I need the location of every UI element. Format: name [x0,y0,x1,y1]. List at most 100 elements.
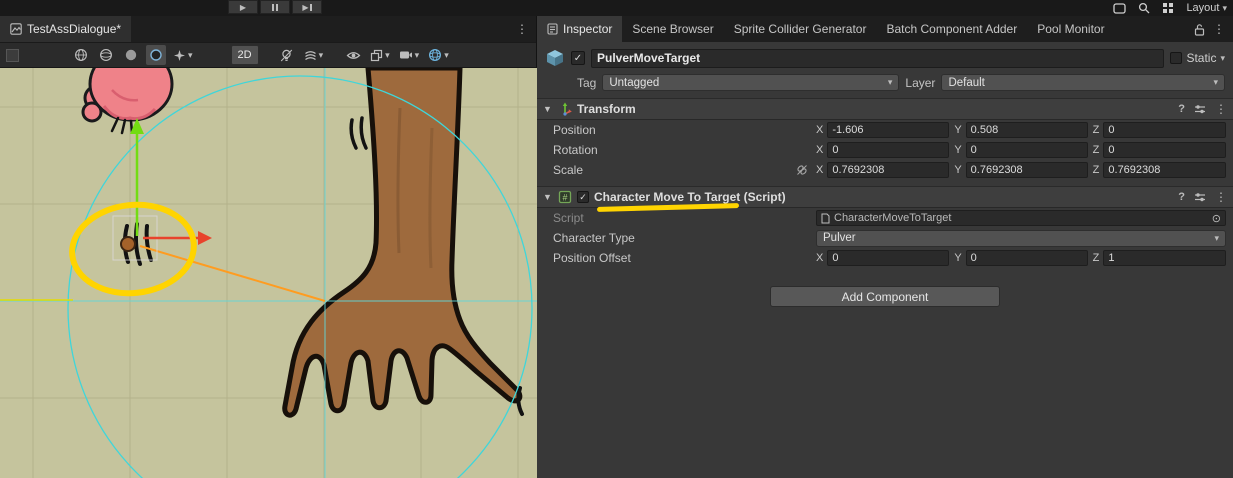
draw-mode-selected-button[interactable] [146,45,166,65]
script-object-field[interactable]: CharacterMoveToTarget ⊙ [816,210,1226,226]
foldout-icon[interactable]: ▼ [543,104,553,114]
scale-y-field[interactable] [966,162,1088,178]
component-menu-icon[interactable]: ⋮ [1215,190,1227,204]
tool-handle-button[interactable] [6,49,19,62]
position-label: Position [553,123,596,137]
scale-x-field[interactable] [827,162,949,178]
character-type-label: Character Type [553,231,635,245]
rotation-y-field[interactable] [966,142,1088,158]
help-icon[interactable]: ? [1178,191,1185,203]
offset-x-field[interactable] [827,250,949,266]
rotation-x-field[interactable] [827,142,949,158]
move-gizmo-x-axis[interactable] [143,231,212,245]
position-y-field[interactable] [966,122,1088,138]
tab-batch-component-adder[interactable]: Batch Component Adder [876,16,1027,42]
star-icon [173,49,186,62]
position-offset-label: Position Offset [553,251,631,265]
scene-effects-dropdown[interactable]: ▾ [302,45,326,65]
static-checkbox[interactable] [1170,52,1182,64]
mode-2d-toggle[interactable]: 2D [231,45,259,65]
main-toolbar: ▶ ▶ Layout ▾ [0,0,1233,16]
draw-mode-unlit-button[interactable] [121,45,141,65]
object-picker-icon[interactable]: ⊙ [1212,212,1221,225]
inspector-menu-icon[interactable]: ⋮ [1213,22,1225,36]
play-icon: ▶ [240,3,246,12]
scene-tabbar: TestAssDialogue* ⋮ [0,16,536,42]
search-icon[interactable] [1138,2,1150,14]
layers-dropdown[interactable]: ▾ [368,45,392,65]
move-target-sprite[interactable] [121,237,135,251]
scene-lighting-toggle[interactable] [277,45,297,65]
preset-icon[interactable] [1194,192,1206,202]
scene-viewport[interactable] [0,68,537,478]
layout-dropdown[interactable]: Layout ▾ [1186,2,1227,14]
scene-visibility-toggle[interactable] [343,45,363,65]
foldout-icon[interactable]: ▼ [543,192,553,202]
character-type-dropdown[interactable]: Pulver ▾ [816,230,1226,247]
scene-tab-icon [10,23,22,35]
play-button[interactable]: ▶ [228,0,258,14]
rotation-label: Rotation [553,143,598,157]
tab-scene[interactable]: TestAssDialogue* [0,16,131,42]
chevron-down-icon: ▾ [888,77,893,88]
lock-icon[interactable] [1194,23,1205,36]
add-component-button[interactable]: Add Component [770,286,1000,307]
render-mode-dropdown-button[interactable]: ▾ [171,45,195,65]
tab-scene-browser[interactable]: Scene Browser [622,16,723,42]
component-enabled-checkbox[interactable]: ✓ [577,191,589,203]
gizmos-dropdown[interactable]: ▾ [426,45,451,65]
preset-icon[interactable] [1194,104,1206,114]
scale-z-field[interactable] [1103,162,1226,178]
step-icon: ▶ [302,3,308,12]
add-component-label: Add Component [842,290,929,304]
rotation-z-field[interactable] [1103,142,1226,158]
pause-button[interactable] [260,0,290,14]
layer-label: Layer [905,76,935,90]
step-button[interactable]: ▶ [292,0,322,14]
tab-pool-monitor[interactable]: Pool Monitor [1027,16,1114,42]
offset-y-field[interactable] [966,250,1088,266]
position-z-field[interactable] [1103,122,1226,138]
draw-mode-wireframe-button[interactable] [71,45,91,65]
tag-value: Untagged [609,77,882,89]
transform-component-header[interactable]: ▼ Transform ? [537,98,1233,120]
camera-settings-dropdown[interactable]: ▾ [397,45,422,65]
script-component-header[interactable]: ▼ # ✓ Character Move To Target (Script) … [537,186,1233,208]
axis-y-label: Y [954,164,961,176]
account-icon[interactable] [1113,3,1126,14]
eye-icon [346,49,361,62]
component-menu-icon[interactable]: ⋮ [1215,102,1227,116]
transform-tool-icon [558,102,572,116]
grid-icon[interactable] [1162,2,1174,14]
layout-label: Layout [1186,2,1219,14]
tag-dropdown[interactable]: Untagged ▾ [602,74,899,91]
tab-sprite-collider-generator[interactable]: Sprite Collider Generator [724,16,877,42]
layer-dropdown[interactable]: Default ▾ [941,74,1225,91]
offset-z-field[interactable] [1103,250,1226,266]
check-icon: ✓ [579,192,587,203]
move-gizmo-y-axis[interactable] [130,118,144,236]
chevron-down-icon: ▾ [319,50,324,61]
scale-label: Scale [553,163,583,177]
svg-text:#: # [562,192,567,202]
add-component-area: Add Component [537,286,1233,307]
character-type-row: Character Type Pulver ▾ [537,228,1233,248]
position-x-field[interactable] [827,122,949,138]
help-icon[interactable]: ? [1178,103,1185,115]
script-row: Script CharacterMoveToTarget ⊙ [537,208,1233,228]
active-checkbox[interactable]: ✓ [571,51,585,65]
tab-label: Scene Browser [632,22,713,36]
axis-y-label: Y [954,124,961,136]
scene-tab-menu-icon[interactable]: ⋮ [516,22,528,36]
static-toggle-group[interactable]: Static ▾ [1170,51,1227,65]
gameobject-cube-icon [545,48,565,68]
dark-sphere-icon [149,48,163,62]
tag-label: Tag [577,76,596,90]
draw-mode-shaded-button[interactable] [96,45,116,65]
static-label: Static [1186,51,1216,65]
scene-toolbar: ▾ 2D [0,42,536,68]
tab-inspector[interactable]: Inspector [537,16,622,42]
link-constraint-icon[interactable] [796,164,808,176]
chevron-down-icon: ▾ [444,50,449,61]
gameobject-name-field[interactable] [591,49,1164,68]
